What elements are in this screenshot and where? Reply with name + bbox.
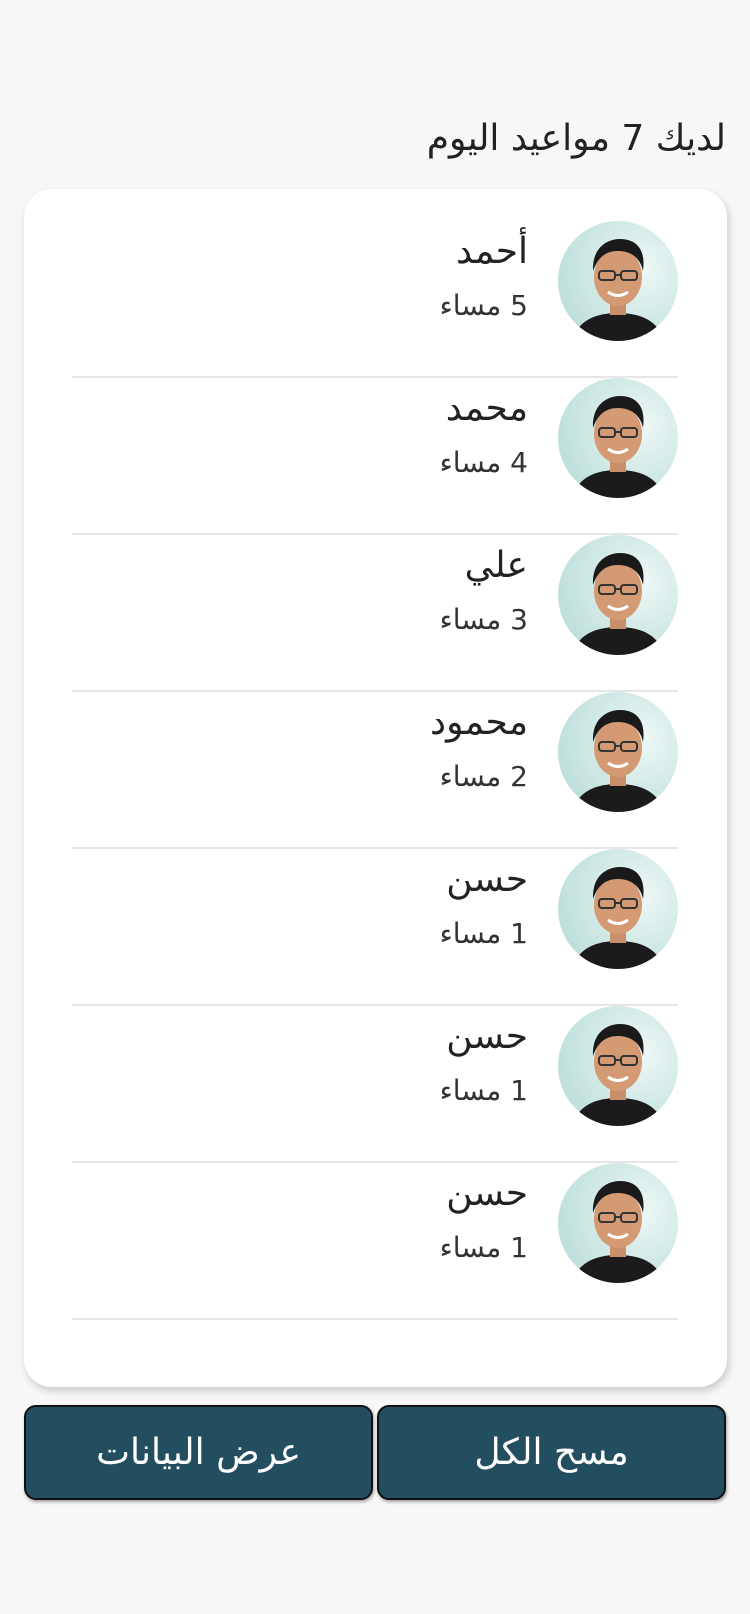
- view-data-button[interactable]: عرض البيانات: [24, 1405, 373, 1500]
- appointment-name: حسن: [446, 859, 528, 900]
- list-item[interactable]: حسن 1 مساء: [72, 1006, 678, 1163]
- list-item[interactable]: حسن 1 مساء: [72, 849, 678, 1006]
- clear-all-button[interactable]: مسح الكل: [377, 1405, 726, 1500]
- appointments-card: أحمد 5 مساء محمد 4 مساء علي 3 مساء محمود…: [24, 189, 727, 1387]
- avatar: [558, 1163, 678, 1283]
- person-photo-icon: [558, 1163, 678, 1283]
- appointment-name: حسن: [446, 1173, 528, 1214]
- appointment-name: محمود: [430, 702, 528, 743]
- appointment-time: 2 مساء: [439, 760, 528, 793]
- appointment-time: 3 مساء: [439, 603, 528, 636]
- appointment-name: حسن: [446, 1016, 528, 1057]
- person-photo-icon: [558, 378, 678, 498]
- list-item[interactable]: محمود 2 مساء: [72, 692, 678, 849]
- appointment-name: علي: [464, 545, 528, 586]
- appointment-time: 1 مساء: [439, 1231, 528, 1264]
- avatar: [558, 849, 678, 969]
- avatar: [558, 221, 678, 341]
- person-photo-icon: [558, 535, 678, 655]
- avatar: [558, 1006, 678, 1126]
- person-photo-icon: [558, 1006, 678, 1126]
- appointment-time: 5 مساء: [439, 289, 528, 322]
- list-item[interactable]: أحمد 5 مساء: [72, 221, 678, 378]
- list-item[interactable]: علي 3 مساء: [72, 535, 678, 692]
- person-photo-icon: [558, 692, 678, 812]
- avatar: [558, 692, 678, 812]
- appointment-name: أحمد: [456, 231, 528, 272]
- list-item[interactable]: حسن 1 مساء: [72, 1163, 678, 1320]
- appointment-time: 1 مساء: [439, 1074, 528, 1107]
- avatar: [558, 378, 678, 498]
- appointment-time: 1 مساء: [439, 917, 528, 950]
- person-photo-icon: [558, 221, 678, 341]
- list-item[interactable]: محمد 4 مساء: [72, 378, 678, 535]
- appointment-time: 4 مساء: [439, 446, 528, 479]
- avatar: [558, 535, 678, 655]
- person-photo-icon: [558, 849, 678, 969]
- appointments-count-heading: لديك 7 مواعيد اليوم: [426, 118, 726, 159]
- appointments-list: أحمد 5 مساء محمد 4 مساء علي 3 مساء محمود…: [72, 221, 678, 1320]
- appointment-name: محمد: [445, 388, 528, 429]
